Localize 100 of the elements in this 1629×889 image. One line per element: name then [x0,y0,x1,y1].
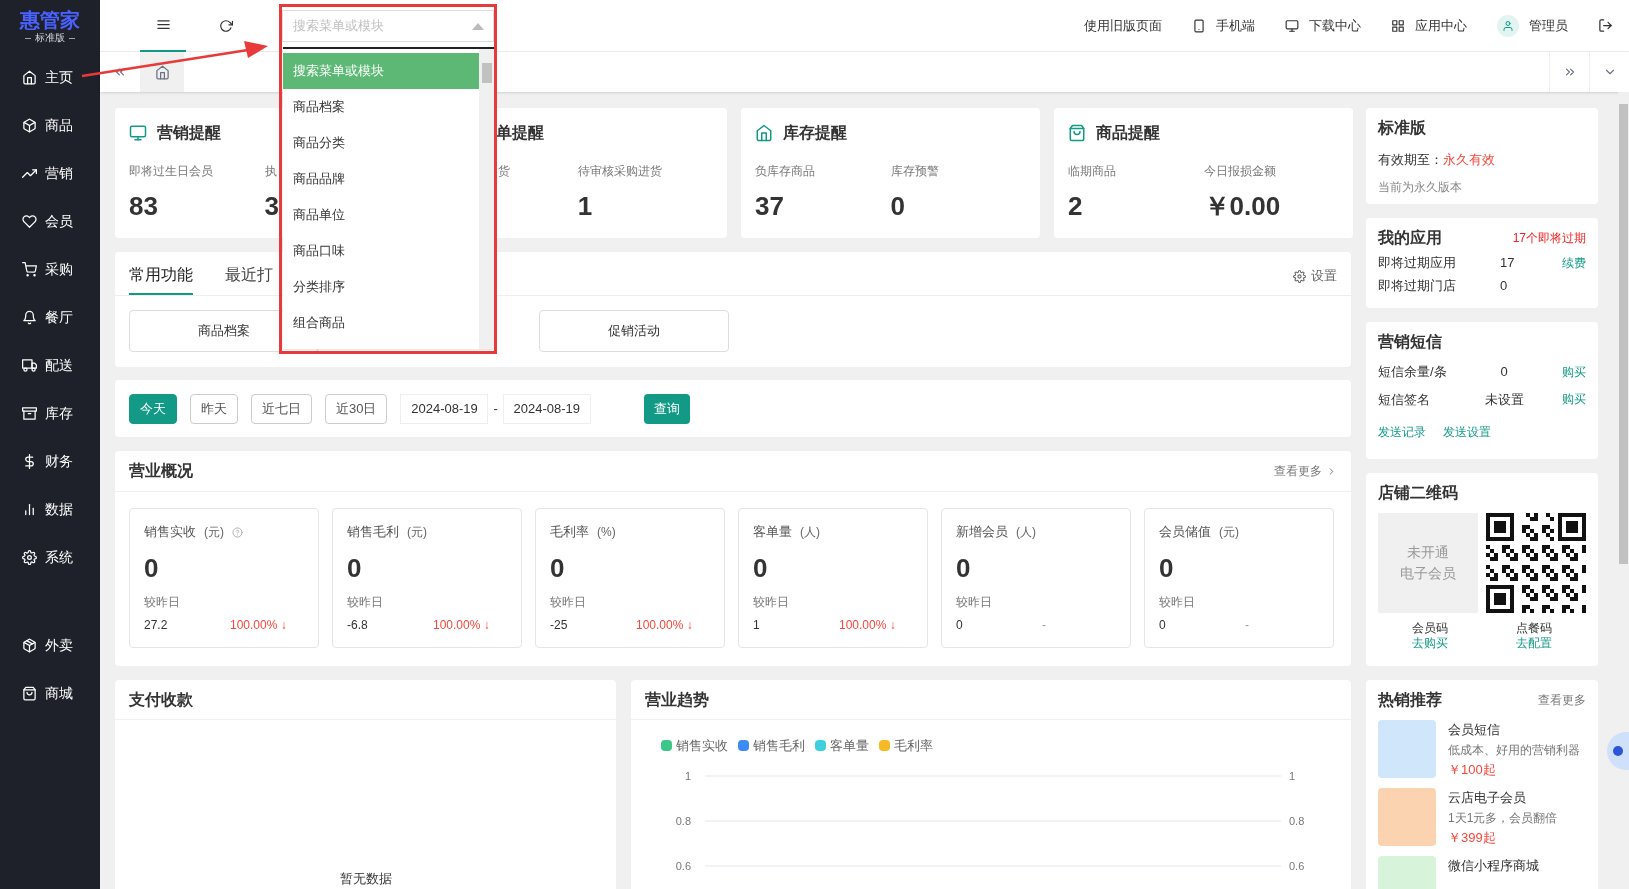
buy-link[interactable]: 购买 [1562,390,1586,409]
metric-value: 0 [753,552,768,585]
dropdown-option[interactable]: 商品品牌 [283,161,479,197]
compare-label: 较昨日 [753,594,789,611]
product-description: 低成本、好用的营销利器 [1448,742,1580,759]
metric-label: 货 [498,163,510,178]
end-date-field[interactable]: 2024-08-19 [502,393,591,424]
legend-label: 销售毛利 [753,737,805,755]
start-date-field[interactable]: 2024-08-19 [400,393,489,424]
grid-icon [1391,18,1405,33]
panel-title: 支付收款 [129,689,193,710]
view-more-link[interactable]: 查看更多 [1538,691,1586,709]
sidebar-item[interactable]: 财务 [0,437,100,485]
sidebar-item[interactable]: 主页 [0,53,100,101]
metric-value: 0 [550,552,565,585]
compare-label: 较昨日 [144,594,180,611]
change-value: - [1245,617,1249,634]
edition-label: 标准版 [35,33,65,43]
metric-name: 客单量 [753,523,792,542]
metric-value: 3 [264,189,279,223]
monitor-icon [1285,18,1299,33]
sms-link[interactable]: 发送记录 [1378,423,1426,441]
change-value: 100.00% ↓ [433,617,490,634]
header-link[interactable]: 应用中心 [1391,15,1467,36]
code-action-link[interactable]: 去配置 [1516,636,1552,651]
settings-icon [22,549,37,565]
metric-value: 37 [755,189,784,223]
avatar-icon [1497,14,1519,37]
card-title: 商品提醒 [1096,123,1160,143]
axis-tick-label: 0.8 [675,814,691,827]
panel-tab[interactable]: 最近打 [225,257,273,295]
logout-button[interactable] [1598,18,1613,33]
home-icon [22,69,37,85]
legend-label: 销售实收 [676,737,728,755]
bar-chart-icon [22,501,37,517]
card-title: 店铺二维码 [1378,483,1458,503]
view-more-link[interactable]: 查看更多 [1274,462,1337,480]
card-title: 营销短信 [1378,332,1442,352]
double-chevron-left-icon [113,65,127,79]
dropdown-option[interactable]: 商品档案 [283,89,479,125]
metric-value: 0 [1159,552,1174,585]
buy-link[interactable]: 购买 [1562,362,1586,381]
code-label: 会员码 [1412,621,1448,636]
card-title: 单提醒 [496,123,544,143]
sidebar-item[interactable]: 配送 [0,341,100,389]
sidebar-item[interactable]: 系统 [0,533,100,581]
query-button[interactable]: 查询 [643,393,690,424]
metric-unit: (%) [597,524,616,541]
metric-name: 毛利率 [550,523,589,542]
axis-tick-label: 0.6 [675,859,691,872]
home-tab[interactable] [140,52,184,92]
gear-icon [1293,269,1306,283]
metric-value: 2 [1068,189,1083,223]
sidebar-item[interactable]: 采购 [0,245,100,293]
date-range-button[interactable]: 近七日 [251,393,312,424]
sidebar-item[interactable]: 外卖 [0,621,100,669]
row-label: 短信签名 [1378,390,1431,409]
renew-link[interactable]: 续费 [1562,253,1586,272]
settings-button[interactable]: 设置 [1293,257,1337,295]
product-name: 云店电子会员 [1448,789,1527,807]
date-range-button[interactable]: 今天 [129,393,177,424]
card-title: 我的应用 [1378,228,1442,248]
sidebar-item[interactable]: 会员 [0,197,100,245]
user-menu[interactable]: 管理员 [1497,14,1568,37]
date-range-button[interactable]: 昨天 [190,393,238,424]
dropdown-option[interactable]: 商品口味 [283,233,479,269]
yesterday-value: 0 [1159,617,1167,634]
caret-up-icon [472,22,484,30]
bag-icon [1068,124,1086,142]
row-value: 0 [1500,276,1509,295]
dropdown-option[interactable]: 商品分类 [283,125,479,161]
sidebar-item[interactable]: 商品 [0,101,100,149]
sidebar-item[interactable]: 营销 [0,149,100,197]
header-link[interactable]: 下载中心 [1285,15,1361,36]
search-field[interactable]: 搜索菜单或模块 [282,9,494,42]
sidebar-item[interactable]: 商城 [0,669,100,717]
sidebar-item[interactable]: 库存 [0,389,100,437]
date-range-button[interactable]: 近30日 [325,393,388,424]
truck-icon [22,357,37,373]
panel-tab[interactable]: 常用功能 [129,257,193,295]
header-link[interactable]: 手机端 [1192,15,1255,36]
product-price: ￥399起 [1448,829,1497,847]
dropdown-option[interactable]: 分类排序 [283,269,479,305]
sidebar-item[interactable]: 数据 [0,485,100,533]
header-link[interactable]: 使用旧版页面 [1084,15,1162,36]
home-icon [154,64,170,80]
dropdown-option[interactable]: 商品单位 [283,197,479,233]
sidebar-item[interactable]: 餐厅 [0,293,100,341]
compare-label: 较昨日 [956,594,992,611]
assistant-icon[interactable] [1607,732,1629,770]
metric-label: 今日报损金额 [1203,163,1276,178]
yesterday-value: 27.2 [144,617,169,634]
metric-value: ￥0.00 [1203,189,1281,223]
legend-label: 毛利率 [894,737,933,755]
package-icon [22,637,37,653]
yesterday-value: -25 [550,617,569,634]
yesterday-value: -6.8 [347,617,369,634]
sms-link[interactable]: 发送设置 [1443,423,1491,441]
shortcut-button[interactable]: 促销活动 [539,310,729,352]
code-action-link[interactable]: 去购买 [1412,636,1448,651]
